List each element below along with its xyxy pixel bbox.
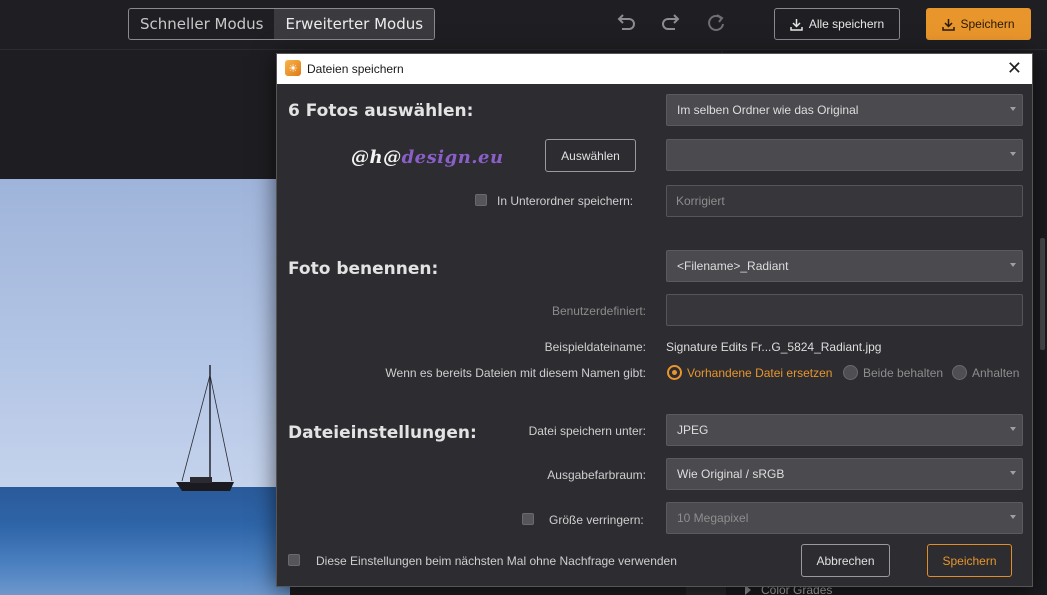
watermark-logo: @h@design.eu (351, 147, 504, 168)
example-filename-value: Signature Edits Fr...G_5824_Radiant.jpg (666, 340, 882, 354)
radio-replace-label[interactable]: Vorhandene Datei ersetzen (687, 366, 832, 380)
save-button-top[interactable]: Speichern (926, 8, 1031, 40)
chevron-down-icon (1010, 152, 1016, 156)
dialog-title: Dateien speichern (307, 62, 404, 76)
save-files-dialog: ☀ Dateien speichern ✕ 6 Fotos auswählen:… (276, 53, 1033, 587)
format-value: JPEG (677, 423, 709, 437)
chevron-down-icon (1010, 107, 1016, 111)
subfolder-label: In Unterordner speichern: (497, 194, 634, 208)
resize-select[interactable]: 10 Megapixel (666, 502, 1023, 534)
close-icon[interactable]: ✕ (1007, 58, 1022, 79)
app-icon: ☀ (285, 60, 301, 76)
save-button[interactable]: Speichern (927, 544, 1012, 577)
destination-select[interactable]: Im selben Ordner wie das Original (666, 94, 1023, 126)
colorspace-select[interactable]: Wie Original / sRGB (666, 458, 1023, 490)
file-settings-heading: Dateieinstellungen: (288, 423, 477, 443)
sailboat-image (176, 365, 234, 491)
save-all-label: Alle speichern (808, 17, 885, 31)
resize-label: Größe verringern: (549, 513, 644, 527)
download-icon (942, 18, 956, 31)
subfolder-checkbox[interactable] (475, 194, 487, 206)
remember-label: Diese Einstellungen beim nächsten Mal oh… (316, 554, 677, 568)
select-photos-heading: 6 Fotos auswählen: (288, 101, 474, 121)
custom-name-label: Benutzerdefiniert: (551, 304, 646, 318)
chevron-down-icon (1010, 427, 1016, 431)
save-label: Speichern (960, 17, 1015, 31)
radio-stop[interactable] (952, 365, 967, 380)
format-select[interactable]: JPEG (666, 414, 1023, 446)
cancel-button[interactable]: Abbrechen (801, 544, 890, 577)
top-toolbar: Schneller Modus Erweiterter Modus Alle s… (0, 0, 1047, 50)
panel-scrollbar[interactable] (1040, 238, 1045, 350)
reset-icon[interactable] (705, 12, 727, 34)
conflict-label: Wenn es bereits Dateien mit diesem Namen… (385, 366, 646, 380)
radio-keep-both-label[interactable]: Beide behalten (863, 366, 943, 380)
quick-mode-tab[interactable]: Schneller Modus (129, 9, 274, 39)
format-label: Datei speichern unter: (528, 424, 646, 438)
redo-icon[interactable] (660, 12, 682, 34)
radio-replace[interactable] (667, 365, 682, 380)
chevron-down-icon (1010, 471, 1016, 475)
naming-pattern-select[interactable]: <Filename>_Radiant (666, 250, 1023, 282)
naming-pattern-value: <Filename>_Radiant (677, 259, 789, 273)
chevron-down-icon (1010, 515, 1016, 519)
radio-stop-label[interactable]: Anhalten (972, 366, 1019, 380)
download-icon (790, 18, 803, 31)
resize-checkbox[interactable] (522, 513, 534, 525)
photo-preview (0, 179, 290, 595)
advanced-mode-tab[interactable]: Erweiterter Modus (274, 9, 435, 39)
subfolder-input[interactable]: Korrigiert (666, 185, 1023, 217)
chevron-down-icon (1010, 263, 1016, 267)
undo-icon[interactable] (615, 12, 637, 34)
colorspace-value: Wie Original / sRGB (677, 467, 785, 481)
mode-toggle: Schneller Modus Erweiterter Modus (128, 8, 436, 40)
save-all-button[interactable]: Alle speichern (774, 8, 900, 40)
destination-value: Im selben Ordner wie das Original (677, 103, 859, 117)
naming-heading: Foto benennen: (288, 259, 439, 279)
colorspace-label: Ausgabefarbraum: (547, 468, 646, 482)
dialog-titlebar: ☀ Dateien speichern ✕ (277, 54, 1032, 84)
radio-keep-both[interactable] (843, 365, 858, 380)
remember-checkbox[interactable] (288, 554, 300, 566)
custom-name-input[interactable] (666, 294, 1023, 326)
resize-value: 10 Megapixel (677, 511, 749, 525)
choose-folder-button[interactable]: Auswählen (545, 139, 636, 172)
folder-select[interactable] (666, 139, 1023, 171)
example-filename-label: Beispieldateiname: (544, 340, 646, 354)
